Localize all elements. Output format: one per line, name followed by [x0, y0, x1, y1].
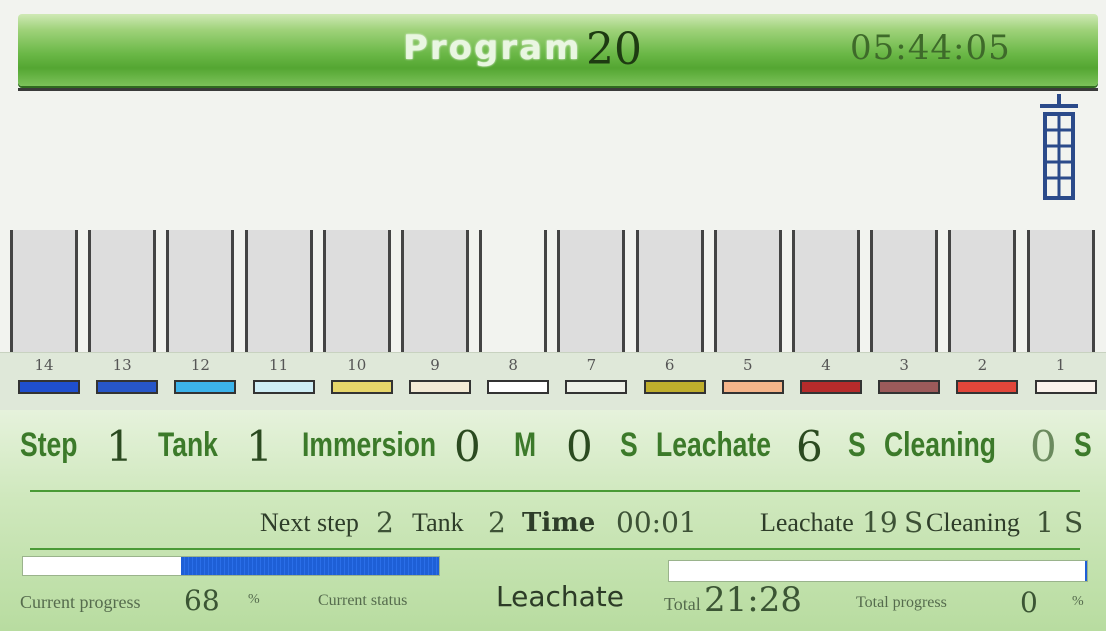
tank-5 [713, 230, 782, 354]
tank-1 [1026, 230, 1095, 354]
tank-13 [88, 230, 157, 354]
immersion-label: Immersion [302, 426, 437, 464]
total-time-label: Total [664, 594, 701, 614]
divider-line [30, 548, 1080, 550]
tank-color-indicator [174, 380, 237, 394]
current-status-value: Leachate [496, 580, 624, 613]
tank-color-indicator [565, 380, 628, 394]
tank-number-label: 4 [821, 356, 831, 374]
tank-color-indicator [643, 380, 706, 394]
divider-line [30, 490, 1080, 492]
current-step-row: Step 1 Tank 1 Immersion 0 M 0 S Leachate… [0, 412, 1106, 482]
next-step-label: Next step [260, 508, 359, 537]
next-tank-value: 2 [488, 506, 506, 539]
clock-display: 05:44:05 [850, 28, 1011, 68]
tank-color-indicator [1034, 380, 1097, 394]
tank-number-label: 10 [347, 356, 367, 374]
tank-7 [557, 230, 626, 354]
next-step-row: Next step 2 Tank 2 Time 00:01 Leachate 1… [0, 500, 1106, 544]
next-leachate-label: Leachate [760, 508, 854, 537]
current-progress-bar [22, 556, 440, 576]
current-progress-label: Current progress [20, 592, 141, 612]
next-cleaning-value: 1 [1036, 506, 1054, 539]
tank-number-label: 2 [977, 356, 988, 374]
next-time-value: 00:01 [616, 506, 697, 539]
leachate-label: Leachate [656, 426, 771, 464]
cleaning-label: Cleaning [884, 426, 996, 464]
total-time-value: 21:28 [704, 580, 802, 620]
tank-color-indicator [96, 380, 159, 394]
next-cleaning-label: Cleaning [926, 508, 1020, 537]
tank-label: Tank [158, 426, 218, 464]
leachate-value: 6 [796, 422, 823, 471]
tank-number-label: 7 [586, 356, 597, 374]
tank-color-indicator [252, 380, 315, 394]
cleaning-unit: S [1074, 426, 1092, 464]
tank-8 [479, 230, 548, 354]
tank-number-label: 3 [899, 356, 909, 374]
tank-number-label: 6 [664, 356, 675, 374]
tank-color-indicator [878, 380, 941, 394]
tank-number-label: 13 [112, 356, 132, 374]
total-progress-fill [1084, 561, 1087, 581]
minutes-unit: M [514, 426, 537, 464]
total-progress-label: Total progress [856, 594, 947, 611]
total-progress-value: 0 [1020, 586, 1038, 619]
program-screen: Program 20 05:44:05 Step 1 Tank 1 Immers… [0, 0, 1106, 631]
tank-color-indicator [330, 380, 393, 394]
tank-10 [322, 230, 391, 354]
current-progress-fill [181, 557, 439, 575]
tank-color-indicator [409, 380, 471, 394]
tank-number-label: 8 [508, 356, 518, 374]
tank-number-label: 9 [430, 356, 440, 374]
tank-number-label: 14 [34, 356, 54, 374]
next-cleaning-unit: S [1064, 506, 1084, 539]
immersion-minutes-value: 0 [454, 422, 481, 471]
gripper-icon [1040, 94, 1078, 200]
step-label: Step [20, 426, 78, 464]
tank-color-indicator [18, 380, 80, 394]
tank-number-label: 5 [743, 356, 753, 374]
tank-14 [10, 230, 78, 354]
leachate-unit: S [848, 426, 866, 464]
tank-number-label: 12 [190, 356, 210, 374]
tank-number-label: 1 [1055, 356, 1066, 374]
tank-value: 1 [246, 422, 273, 471]
header-divider [18, 88, 1098, 91]
tank-2 [948, 230, 1017, 354]
tank-3 [870, 230, 939, 354]
next-time-label: Time [522, 508, 596, 538]
tank-9 [401, 230, 469, 354]
tank-11 [244, 230, 313, 354]
next-leachate-unit: S [904, 506, 924, 539]
next-leachate-value: 19 [862, 506, 898, 539]
tank-number-label: 11 [269, 356, 289, 374]
next-step-value: 2 [376, 506, 394, 539]
total-progress-unit: % [1072, 594, 1084, 609]
tank-color-indicator [487, 380, 550, 394]
header-bar: Program 20 05:44:05 [18, 14, 1098, 86]
program-title: Program [403, 28, 582, 68]
tank-color-indicator [956, 380, 1019, 394]
tank-4 [792, 230, 860, 354]
tank-12 [166, 230, 235, 354]
tank-6 [635, 230, 704, 354]
step-value: 1 [106, 422, 133, 471]
cleaning-value: 0 [1030, 422, 1057, 471]
tank-row [0, 230, 1106, 358]
current-progress-unit: % [248, 592, 260, 607]
total-progress-bar [668, 560, 1088, 582]
tank-color-indicator [721, 380, 784, 394]
immersion-seconds-value: 0 [566, 422, 593, 471]
next-tank-label: Tank [412, 508, 464, 537]
program-number: 20 [586, 24, 642, 75]
current-status-label: Current status [318, 592, 408, 609]
tank-color-indicator [800, 380, 862, 394]
seconds-unit: S [620, 426, 638, 464]
current-progress-value: 68 [184, 584, 220, 617]
